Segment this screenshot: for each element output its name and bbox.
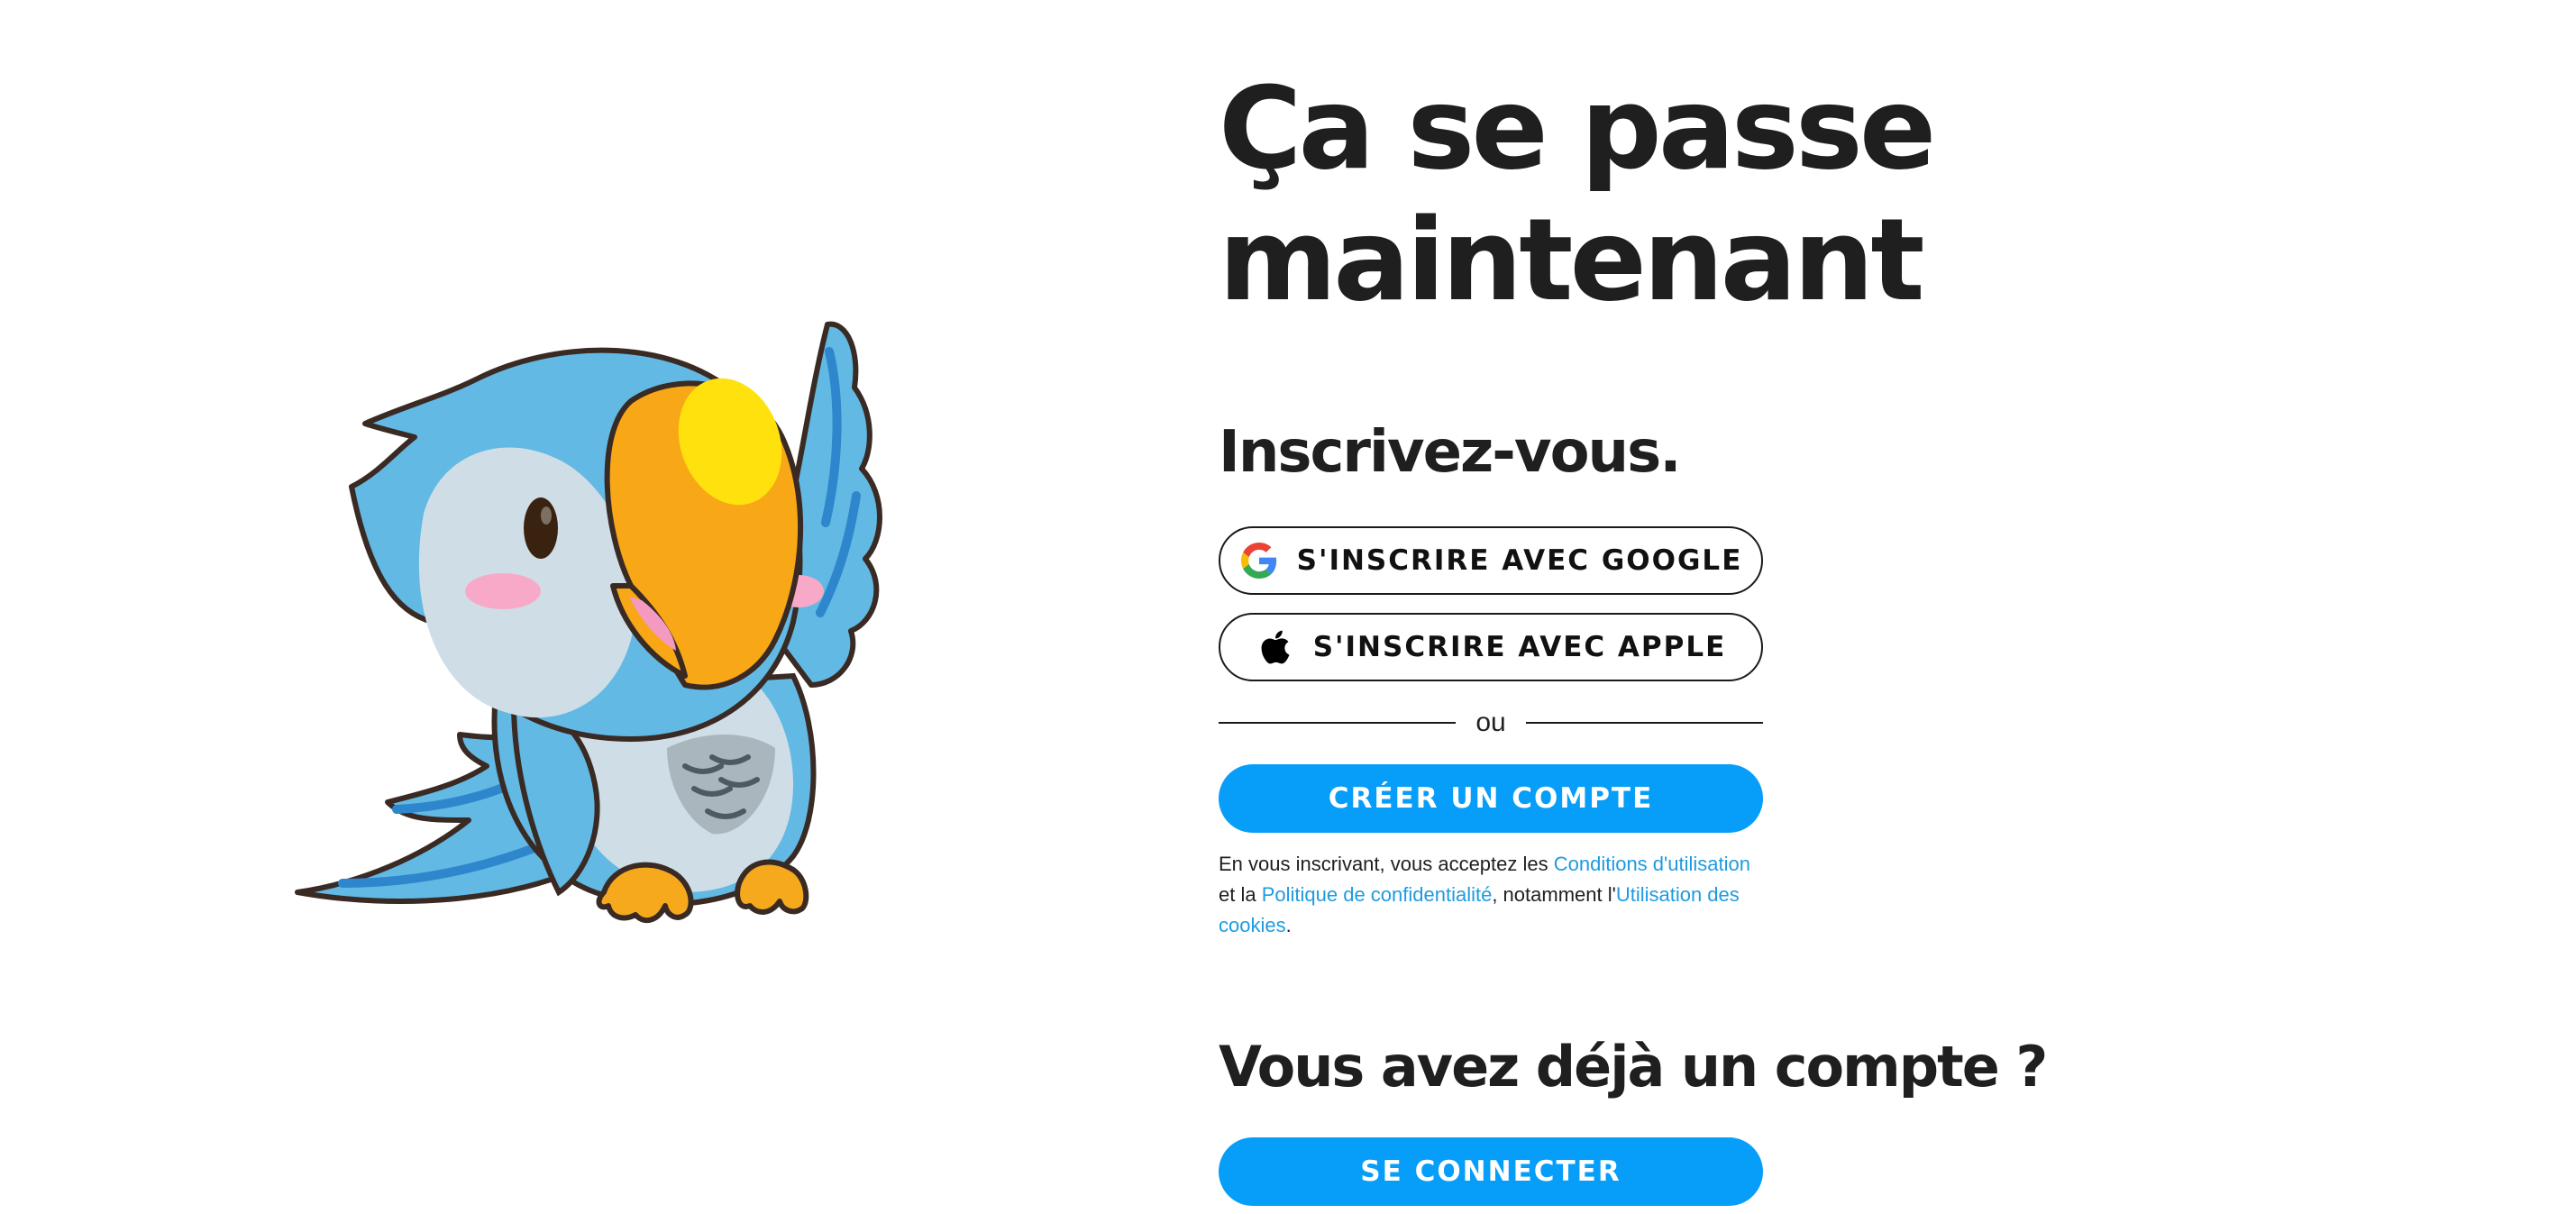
divider-line-left [1219, 722, 1457, 724]
hero-title-line1: Ça se passe [1219, 62, 1936, 195]
legal-and: et la [1219, 883, 1262, 906]
divider-text: ou [1475, 707, 1506, 737]
hero-title-line2: maintenant [1219, 194, 1925, 326]
apple-signup-button[interactable]: S'INSCRIRE AVEC APPLE [1219, 613, 1763, 681]
signup-title: Inscrivez-vous. [1219, 419, 1682, 486]
privacy-link[interactable]: Politique de confidentialité [1262, 883, 1493, 906]
or-divider: ou [1219, 701, 1763, 744]
create-account-button[interactable]: CRÉER UN COMPTE [1219, 764, 1763, 833]
terms-link[interactable]: Conditions d'utilisation [1554, 853, 1750, 875]
login-title: Vous avez déjà un compte ? [1219, 1034, 2048, 1100]
divider-line-right [1525, 722, 1763, 724]
legal-prefix: En vous inscrivant, vous acceptez les [1219, 853, 1554, 875]
google-signup-label: S'INSCRIRE AVEC GOOGLE [1296, 544, 1743, 577]
google-icon [1239, 541, 1279, 580]
auth-panel: Ça se passe maintenant Inscrivez-vous. S… [1219, 63, 2120, 1206]
parrot-mascot-illustration [288, 315, 937, 964]
login-button[interactable]: SE CONNECTER [1219, 1137, 1763, 1206]
signup-page: Ça se passe maintenant Inscrivez-vous. S… [0, 0, 2576, 1214]
create-account-label: CRÉER UN COMPTE [1328, 782, 1654, 815]
legal-suffix: . [1285, 914, 1292, 936]
legal-middle: , notamment l' [1492, 883, 1616, 906]
apple-signup-label: S'INSCRIRE AVEC APPLE [1312, 631, 1727, 663]
google-signup-button[interactable]: S'INSCRIRE AVEC GOOGLE [1219, 526, 1763, 595]
apple-icon [1256, 627, 1295, 667]
hero-title: Ça se passe maintenant [1219, 63, 2120, 326]
login-button-label: SE CONNECTER [1360, 1155, 1621, 1188]
legal-notice: En vous inscrivant, vous acceptez les Co… [1219, 849, 1763, 941]
